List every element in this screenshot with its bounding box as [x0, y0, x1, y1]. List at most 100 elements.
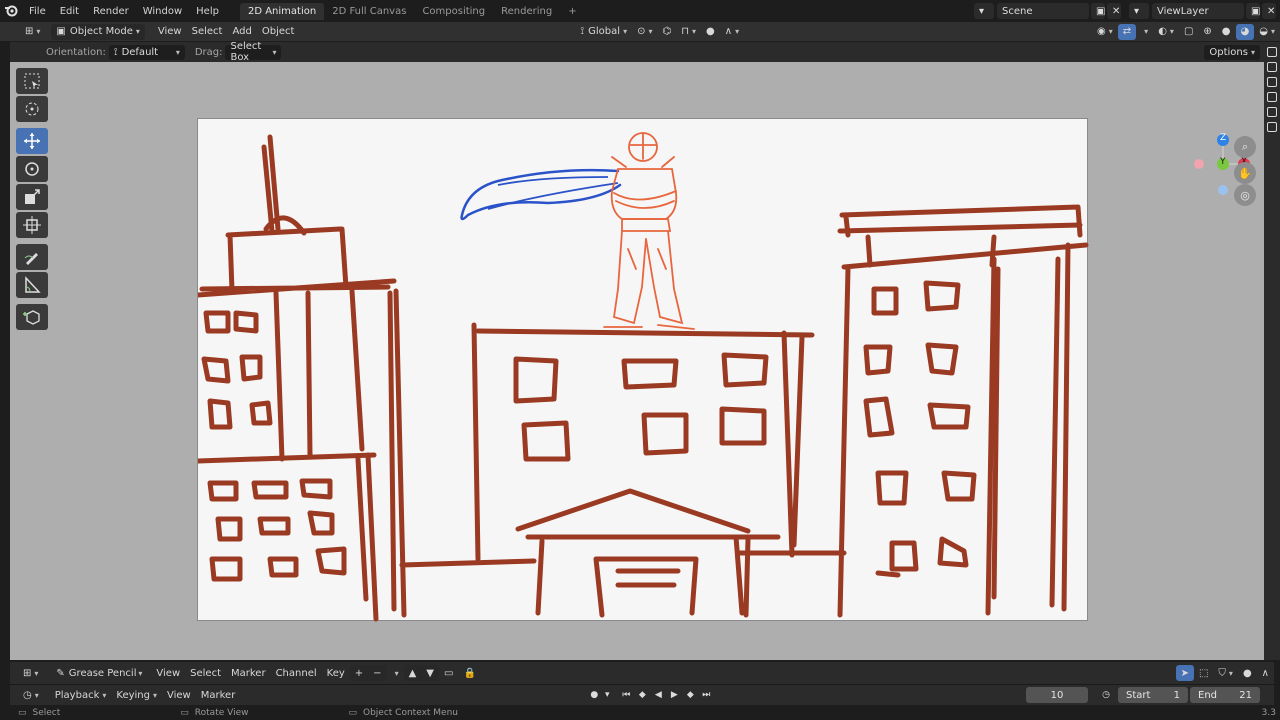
jump-end-icon[interactable]: ⏭ [698, 687, 714, 703]
drag-dropdown[interactable]: Select Box ▾ [225, 41, 282, 63]
timeline-menu-key[interactable]: Key [322, 665, 350, 681]
xray-icon[interactable]: ▢ [1179, 24, 1198, 40]
grease-pencil-dropdown[interactable]: ✎ Grease Pencil ▾ [51, 665, 147, 681]
mode-dropdown[interactable]: ▣ Object Mode ▾ [51, 23, 145, 40]
menu-select[interactable]: Select [187, 24, 228, 40]
end-frame-field[interactable]: End 21 [1190, 687, 1260, 703]
move-layer-down-icon[interactable]: ▼ [421, 665, 439, 681]
falloff-icon[interactable]: ∧ ▾ [720, 24, 744, 40]
pan-hand-icon[interactable]: ✋ [1234, 162, 1256, 184]
jump-keyframe-forward-icon[interactable]: ◆ [682, 687, 698, 703]
overlays-icon[interactable]: ◐ ▾ [1153, 24, 1179, 40]
remove-layer-icon[interactable]: − [368, 665, 387, 681]
proportional-edit-timeline-icon[interactable]: ● [1238, 665, 1257, 681]
menu-render[interactable]: Render [86, 6, 136, 17]
timeline-menu-select[interactable]: Select [185, 665, 226, 681]
viewlayer-selector-icon[interactable]: ▾ [1129, 3, 1149, 19]
proportional-edit-icon[interactable]: ● [701, 24, 720, 40]
measure-tool-icon[interactable] [16, 272, 48, 298]
shading-wireframe-icon[interactable]: ⊕ [1198, 24, 1216, 40]
transform-orientation-dropdown[interactable]: ⟟ Global ▾ [575, 24, 632, 40]
transform-tool-icon[interactable] [16, 212, 48, 238]
menu-edit[interactable]: Edit [53, 6, 86, 17]
falloff-timeline-icon[interactable]: ∧ [1257, 665, 1274, 681]
shading-solid-icon[interactable]: ● [1217, 24, 1236, 40]
play-reverse-icon[interactable]: ◀ [650, 687, 666, 703]
tab-rendering[interactable]: Rendering [493, 3, 560, 20]
blender-logo-icon[interactable] [0, 0, 22, 22]
view-layer-properties-icon[interactable] [1267, 92, 1277, 102]
tab-2d-full-canvas[interactable]: 2D Full Canvas [324, 3, 414, 20]
snap-target-icon[interactable]: ⊓ ▾ [676, 24, 701, 40]
editor-type-icon[interactable]: ⊞ ▾ [20, 24, 45, 40]
visibility-icon[interactable]: ◉ ▾ [1092, 24, 1118, 40]
current-frame-field[interactable]: 10 [1026, 687, 1088, 703]
preview-range-icon[interactable]: ◷ [1098, 687, 1114, 703]
timeline-menu-view[interactable]: View [151, 665, 185, 681]
play-icon[interactable]: ▶ [666, 687, 682, 703]
scene-name-field[interactable]: Scene [997, 3, 1089, 19]
tab-2d-animation[interactable]: 2D Animation [239, 2, 325, 20]
camera-view-icon[interactable]: ◎ [1234, 184, 1256, 206]
drawing-canvas[interactable] [195, 118, 1089, 622]
output-properties-icon[interactable] [1267, 77, 1277, 87]
tool-properties-icon[interactable] [1267, 47, 1277, 57]
new-scene-icon[interactable]: ▣ [1091, 3, 1105, 19]
filter-icon[interactable]: ⛉ ▾ [1213, 665, 1238, 681]
layer-lock-icon[interactable]: 🔒 [458, 665, 480, 681]
layer-display-icon[interactable]: ▭ [439, 665, 458, 681]
menu-file[interactable]: File [22, 6, 53, 17]
viewlayer-field[interactable]: ViewLayer [1152, 3, 1244, 19]
cursor-tool-icon[interactable] [16, 96, 48, 122]
delete-scene-icon[interactable]: ✕ [1107, 3, 1121, 19]
rotate-tool-icon[interactable] [16, 156, 48, 182]
scene-selector-icon[interactable]: ▾ [974, 3, 994, 19]
menu-add[interactable]: Add [227, 24, 256, 40]
timeline-menu-marker[interactable]: Marker [226, 665, 271, 681]
record-icon[interactable]: ● [586, 687, 602, 703]
jump-start-icon[interactable]: ⏮ [618, 687, 634, 703]
menu-help[interactable]: Help [189, 6, 226, 17]
select-region-icon[interactable]: ⬚ [1194, 665, 1213, 681]
select-box-tool-icon[interactable] [16, 68, 48, 94]
snap-icon[interactable]: ⌬ [657, 24, 676, 40]
add-workspace-button[interactable]: + [560, 3, 584, 20]
orientation-dropdown[interactable]: ⟟ Default ▾ [108, 44, 185, 60]
select-arrow-icon[interactable]: ➤ [1175, 665, 1194, 681]
zoom-icon[interactable]: ⌕ [1234, 136, 1256, 158]
menu-object[interactable]: Object [257, 24, 300, 40]
playback-menu-marker[interactable]: Marker [196, 687, 241, 703]
playback-dropdown[interactable]: Playback ▾ [50, 687, 112, 703]
pivot-point-icon[interactable]: ⊙ ▾ [632, 24, 657, 40]
record-menu-icon[interactable]: ▾ [602, 687, 612, 703]
shading-rendered-icon[interactable]: ◒ ▾ [1254, 24, 1280, 40]
menu-window[interactable]: Window [136, 6, 189, 17]
move-layer-up-icon[interactable]: ▲ [403, 665, 422, 681]
jump-keyframe-back-icon[interactable]: ◆ [634, 687, 650, 703]
timeline-editor-type-icon[interactable]: ⊞ ▾ [18, 665, 43, 681]
gizmo-toggle-icon[interactable]: ⇄ [1117, 23, 1137, 40]
playback-editor-type-icon[interactable]: ◷ ▾ [18, 687, 44, 703]
render-properties-icon[interactable] [1267, 62, 1277, 72]
gizmo-dropdown-icon[interactable]: ▾ [1136, 24, 1153, 40]
playback-menu-view[interactable]: View [162, 687, 196, 703]
add-cube-tool-icon[interactable] [16, 304, 48, 330]
scale-tool-icon[interactable] [16, 184, 48, 210]
move-tool-icon[interactable] [16, 128, 48, 154]
shading-material-icon[interactable]: ◕ [1235, 23, 1255, 40]
scene-properties-icon[interactable] [1267, 107, 1277, 117]
keying-dropdown[interactable]: Keying ▾ [111, 687, 162, 703]
menu-view[interactable]: View [153, 24, 187, 40]
annotate-tool-icon[interactable] [16, 244, 48, 270]
tab-compositing[interactable]: Compositing [414, 3, 493, 20]
delete-viewlayer-icon[interactable]: ✕ [1262, 3, 1276, 19]
layer-menu-icon[interactable]: ▾ [387, 665, 404, 681]
timeline-menu-channel[interactable]: Channel [271, 665, 322, 681]
viewport[interactable]: Z Y X ⌕ ✋ ◎ [10, 62, 1264, 660]
orientation-dropdown-icon: ⟟ [113, 46, 118, 58]
world-properties-icon[interactable] [1267, 122, 1277, 132]
start-frame-field[interactable]: Start 1 [1118, 687, 1188, 703]
add-layer-icon[interactable]: + [349, 665, 369, 681]
new-viewlayer-icon[interactable]: ▣ [1246, 3, 1260, 19]
options-dropdown[interactable]: Options ▾ [1204, 44, 1260, 60]
